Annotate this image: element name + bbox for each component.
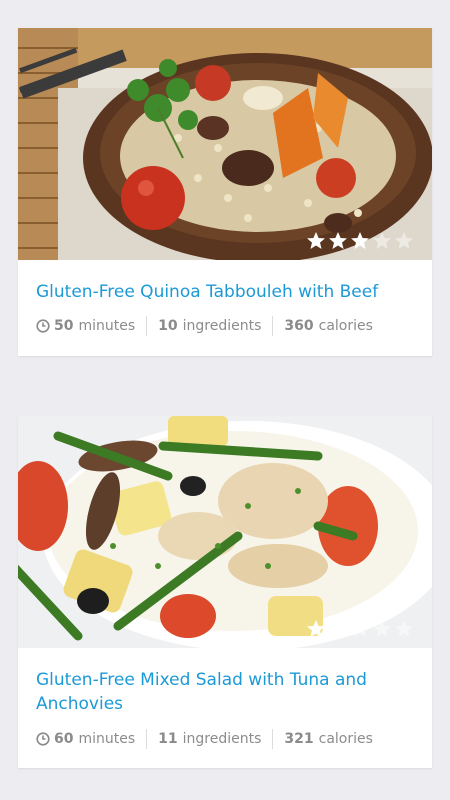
rating-stars xyxy=(306,231,414,251)
time-value: 50 xyxy=(54,318,74,334)
star-icon xyxy=(329,232,347,249)
recipe-info: Gluten-Free Mixed Salad with Tuna and An… xyxy=(18,648,432,768)
clock-icon xyxy=(36,319,50,333)
calories-unit: calories xyxy=(318,731,373,747)
time-value: 60 xyxy=(54,731,74,747)
time-info: 60 minutes xyxy=(36,731,135,747)
star-icon xyxy=(307,620,325,637)
divider xyxy=(272,729,274,749)
star-icon xyxy=(395,232,413,249)
divider xyxy=(146,729,148,749)
divider xyxy=(272,316,274,336)
calories-info: 360 calories xyxy=(284,318,373,334)
ingredients-unit: ingredients xyxy=(182,731,262,747)
star-icon xyxy=(329,620,347,637)
star-icon xyxy=(351,620,369,637)
rating-stars xyxy=(306,619,414,639)
ingredients-info: 10 ingredients xyxy=(158,318,261,334)
ingredients-value: 11 xyxy=(158,731,178,747)
recipe-meta: 50 minutes 10 ingredients 360 calories xyxy=(36,315,414,337)
time-unit: minutes xyxy=(78,318,136,334)
recipe-meta: 60 minutes 11 ingredients 321 calories xyxy=(36,728,414,750)
ingredients-unit: ingredients xyxy=(182,318,262,334)
ingredients-info: 11 ingredients xyxy=(158,731,261,747)
calories-info: 321 calories xyxy=(284,731,373,747)
time-info: 50 minutes xyxy=(36,318,135,334)
quinoa-tabbouleh-image xyxy=(18,28,432,260)
recipe-info: Gluten-Free Quinoa Tabbouleh with Beef 5… xyxy=(18,260,432,356)
star-icon xyxy=(373,620,391,637)
divider xyxy=(146,316,148,336)
tuna-salad-image xyxy=(18,416,432,648)
ingredients-value: 10 xyxy=(158,318,178,334)
recipe-card[interactable]: Gluten-Free Mixed Salad with Tuna and An… xyxy=(18,416,432,768)
recipe-title[interactable]: Gluten-Free Quinoa Tabbouleh with Beef xyxy=(36,280,414,304)
clock-icon xyxy=(36,732,50,746)
calories-value: 321 xyxy=(284,731,314,747)
star-icon xyxy=(395,620,413,637)
star-icon xyxy=(307,232,325,249)
star-icon xyxy=(373,232,391,249)
star-icon xyxy=(351,232,369,249)
calories-unit: calories xyxy=(318,318,373,334)
calories-value: 360 xyxy=(284,318,314,334)
recipe-title[interactable]: Gluten-Free Mixed Salad with Tuna and An… xyxy=(36,668,414,716)
recipe-photo[interactable] xyxy=(18,28,432,260)
time-unit: minutes xyxy=(78,731,136,747)
recipe-card[interactable]: Gluten-Free Quinoa Tabbouleh with Beef 5… xyxy=(18,28,432,356)
recipe-photo[interactable] xyxy=(18,416,432,648)
